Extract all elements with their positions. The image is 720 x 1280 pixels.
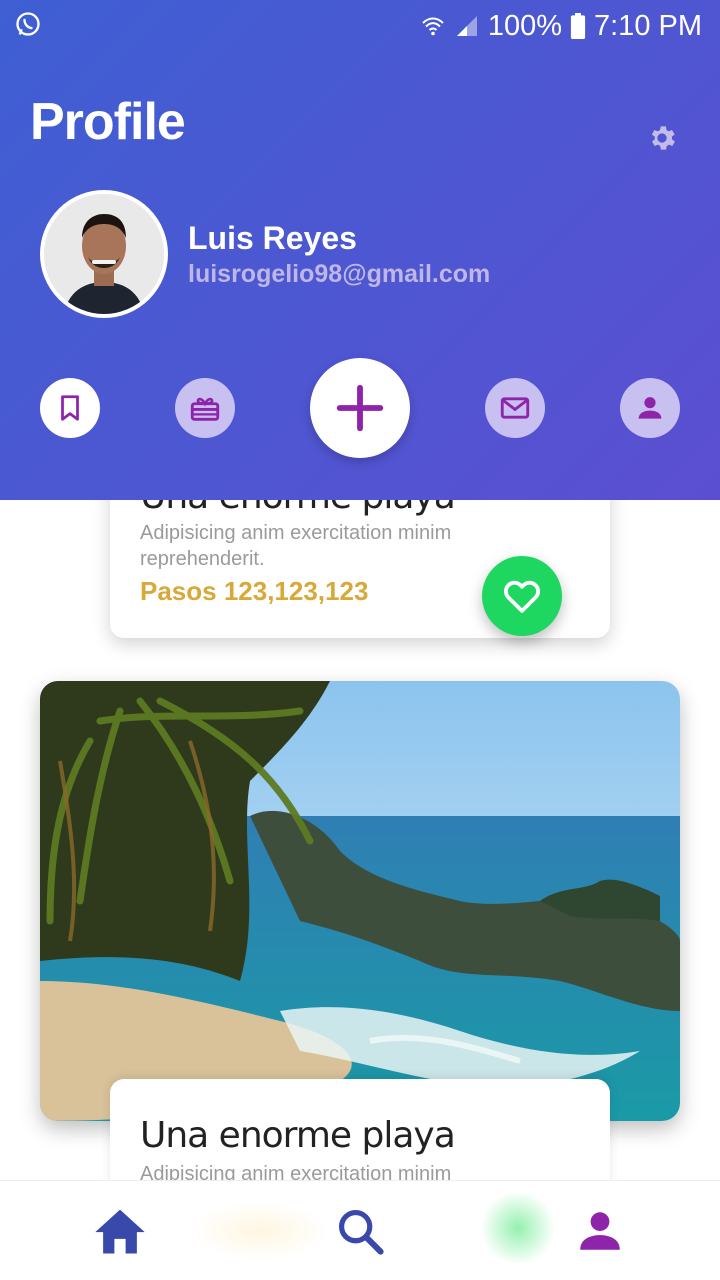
user-email: luisrogelio98@gmail.com [188, 260, 491, 288]
card-description: Adipisicing anim exercitation minim repr… [140, 522, 452, 570]
person-icon [638, 397, 662, 419]
person-icon [580, 1212, 620, 1250]
account-button[interactable] [620, 378, 680, 438]
bookmark-icon [61, 395, 79, 421]
whatsapp-icon [16, 12, 40, 36]
status-bar: 100% 7:10 PM [0, 0, 720, 50]
battery-icon [570, 13, 586, 39]
clock: 7:10 PM [594, 9, 702, 42]
beach-photo[interactable] [40, 681, 680, 1121]
home-icon [95, 1209, 145, 1254]
card-steps: Pasos 123,123,123 [140, 576, 369, 606]
user-name: Luis Reyes [188, 220, 357, 256]
page-title: Profile [30, 93, 186, 151]
gift-icon [190, 397, 220, 421]
battery-percent: 100% [487, 9, 562, 42]
bookmarks-button[interactable] [40, 378, 100, 438]
search-icon [338, 1209, 384, 1255]
favorite-button[interactable] [482, 556, 562, 636]
messages-button[interactable] [485, 378, 545, 438]
card-title: Una enorme playa [140, 1115, 456, 1156]
nav-home[interactable] [92, 1203, 148, 1259]
avatar[interactable] [40, 190, 168, 318]
plus-icon [336, 384, 384, 432]
nav-search[interactable] [332, 1203, 388, 1259]
nav-glow [190, 1201, 330, 1261]
gear-icon[interactable] [646, 122, 678, 154]
status-indicators: 100% 7:10 PM [420, 6, 702, 46]
mail-icon [500, 397, 530, 419]
nav-profile[interactable] [572, 1203, 628, 1259]
gifts-button[interactable] [175, 378, 235, 438]
bottom-navigation [0, 1180, 720, 1280]
add-button[interactable] [310, 358, 410, 458]
heart-icon [503, 580, 541, 613]
nav-glow [478, 1193, 558, 1263]
signal-icon [456, 16, 477, 36]
profile-screen: Una enorme playa Adipisicing anim exerci… [0, 0, 720, 1280]
profile-header: 100% 7:10 PM Profile Luis Reyes luisroge… [0, 0, 720, 500]
wifi-icon [422, 17, 444, 36]
